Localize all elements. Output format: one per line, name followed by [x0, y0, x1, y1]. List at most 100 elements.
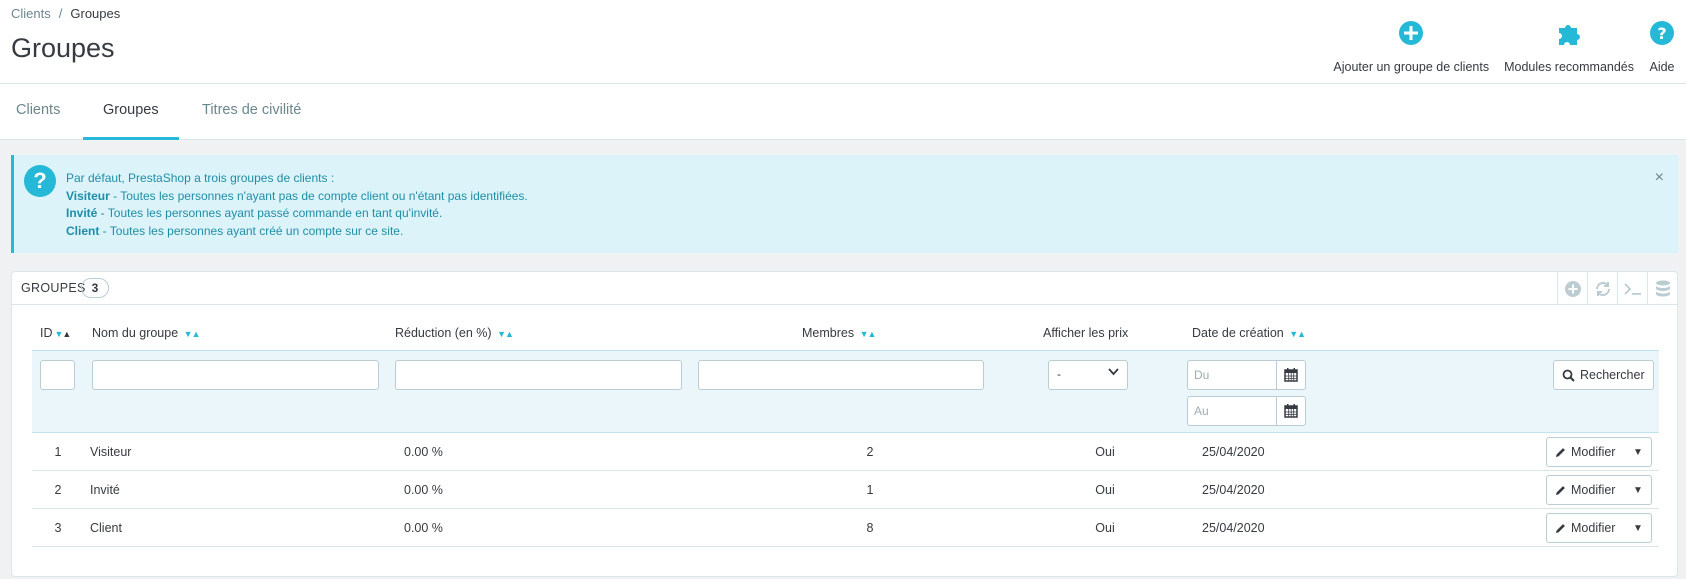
alert-text: Par défaut, PrestaShop a trois groupes d… — [66, 170, 528, 240]
caret-down-icon[interactable]: ▼ — [1625, 485, 1651, 496]
table-row[interactable]: 2 Invité 0.00 % 1 Oui 25/04/2020 Modifie… — [32, 471, 1659, 509]
sort-icons[interactable]: ▼▲ — [1289, 329, 1306, 339]
help-button[interactable]: ? Aide — [1649, 20, 1675, 74]
edit-main[interactable]: Modifier — [1547, 445, 1625, 459]
caret-down-icon[interactable]: ▼ — [1625, 523, 1651, 534]
alert-line-invite: Invité - Toutes les personnes ayant pass… — [66, 205, 528, 223]
add-new-icon[interactable] — [1557, 272, 1587, 305]
cell-name: Visiteur — [90, 445, 132, 459]
cell-members: 2 — [866, 445, 874, 459]
select-value: - — [1057, 367, 1061, 381]
alert-intro: Par défaut, PrestaShop a trois groupes d… — [66, 171, 335, 185]
alert-line-desc: - Toutes les personnes ayant passé comma… — [97, 206, 443, 220]
search-label: Rechercher — [1580, 368, 1645, 382]
info-alert: ? Par défaut, PrestaShop a trois groupes… — [11, 155, 1678, 253]
pencil-icon — [1556, 447, 1565, 457]
cell-members: 1 — [866, 483, 874, 497]
alert-line-desc: - Toutes les personnes n'ayant pas de co… — [109, 188, 528, 203]
cell-members: 8 — [866, 521, 874, 535]
add-group-label: Ajouter un groupe de clients — [1333, 60, 1490, 74]
date-to-group: Au — [1187, 396, 1307, 426]
breadcrumb-current: Groupes — [70, 6, 121, 21]
terminal-icon[interactable] — [1617, 272, 1647, 305]
table-row[interactable]: 1 Visiteur 0.00 % 2 Oui 25/04/2020 Modif… — [32, 433, 1659, 471]
pencil-icon — [1556, 485, 1565, 495]
tab-titres-civilite[interactable]: Titres de civilité — [182, 84, 321, 140]
cell-reduction: 0.00 % — [404, 521, 443, 535]
breadcrumb: Clients / Groupes — [11, 6, 120, 21]
refresh-icon[interactable] — [1587, 272, 1617, 305]
edit-button[interactable]: Modifier ▼ — [1546, 513, 1652, 543]
cell-created: 25/04/2020 — [1202, 521, 1265, 535]
cell-show-prices: Oui — [1095, 445, 1115, 459]
cell-show-prices: Oui — [1095, 521, 1115, 535]
search-icon — [1562, 369, 1575, 382]
filter-name-input[interactable] — [92, 360, 379, 390]
search-button[interactable]: Rechercher — [1553, 360, 1654, 390]
page-title: Groupes — [11, 33, 115, 63]
count-badge: 3 — [81, 278, 109, 298]
page-header: Clients / Groupes Groupes Ajouter un group… — [0, 0, 1686, 84]
caret-down-icon[interactable]: ▼ — [1625, 447, 1651, 458]
table-row[interactable]: 3 Client 0.00 % 8 Oui 25/04/2020 Modifie… — [32, 509, 1659, 547]
filter-show-prices-select[interactable]: - — [1048, 360, 1128, 390]
edit-button[interactable]: Modifier ▼ — [1546, 437, 1652, 467]
col-members-label: Membres — [802, 326, 855, 340]
sort-icons[interactable]: ▼▲ — [497, 329, 514, 339]
alert-line-title: Invité — [66, 206, 98, 220]
database-icon[interactable] — [1647, 272, 1677, 305]
recommended-modules-label: Modules recommandés — [1504, 60, 1634, 74]
cell-show-prices: Oui — [1095, 483, 1115, 497]
panel-actions — [1557, 272, 1677, 305]
edit-main[interactable]: Modifier — [1547, 483, 1625, 497]
close-icon[interactable]: × — [1655, 169, 1664, 187]
panel-header: GROUPES 3 — [12, 272, 1677, 305]
edit-main[interactable]: Modifier — [1547, 521, 1625, 535]
question-icon: ? — [24, 165, 56, 197]
cell-id: 3 — [54, 521, 62, 535]
cell-id: 2 — [54, 483, 62, 497]
cell-created: 25/04/2020 — [1202, 483, 1265, 497]
col-name: Nom du groupe ▼▲ — [92, 326, 201, 340]
sort-icons[interactable]: ▼▲ — [184, 329, 201, 339]
filter-id-input[interactable] — [40, 360, 75, 390]
page-toolbar: Ajouter un groupe de clients Modules rec… — [1318, 20, 1675, 74]
add-group-button[interactable]: Ajouter un groupe de clients — [1333, 20, 1489, 74]
help-label: Aide — [1649, 60, 1675, 74]
pencil-icon — [1556, 523, 1565, 533]
sort-icons[interactable]: ▼▲ — [55, 329, 72, 339]
filter-members-input[interactable] — [698, 360, 984, 390]
filter-reduction-input[interactable] — [395, 360, 682, 390]
cell-name: Client — [90, 521, 122, 535]
filter-row: - Du Au Rechercher — [32, 350, 1659, 433]
alert-line-desc: - Toutes les personnes ayant créé un com… — [99, 223, 404, 238]
tab-clients[interactable]: Clients — [0, 84, 80, 140]
col-created: Date de création ▼▲ — [1192, 326, 1306, 340]
col-reduction-label: Réduction (en %) — [395, 326, 492, 340]
panel-title: GROUPES — [21, 281, 86, 295]
groups-panel: GROUPES 3 ID ▼▲ Nom du groupe ▼▲ Réductio… — [11, 271, 1678, 577]
help-icon: ? — [1649, 20, 1675, 46]
cell-reduction: 0.00 % — [404, 483, 443, 497]
svg-text:?: ? — [1657, 24, 1666, 43]
calendar-icon[interactable] — [1276, 396, 1306, 426]
cell-id: 1 — [54, 445, 62, 459]
plus-circle-icon — [1398, 20, 1424, 46]
col-id-label: ID — [40, 326, 53, 340]
recommended-modules-button[interactable]: Modules recommandés — [1504, 20, 1634, 74]
breadcrumb-clients-link[interactable]: Clients — [11, 6, 51, 21]
chevron-down-icon — [1108, 368, 1119, 379]
table-header-row: ID ▼▲ Nom du groupe ▼▲ Réduction (en %) ▼… — [32, 312, 1659, 350]
edit-button[interactable]: Modifier ▼ — [1546, 475, 1652, 505]
calendar-icon[interactable] — [1276, 360, 1306, 390]
col-name-label: Nom du groupe — [92, 326, 179, 340]
date-from-input[interactable]: Du — [1187, 360, 1277, 390]
edit-label: Modifier — [1571, 483, 1616, 497]
date-to-input[interactable]: Au — [1187, 396, 1277, 426]
col-members: Membres ▼▲ — [802, 326, 877, 340]
col-created-label: Date de création — [1192, 326, 1284, 340]
edit-label: Modifier — [1571, 521, 1616, 535]
col-reduction: Réduction (en %) ▼▲ — [395, 326, 514, 340]
sort-icons[interactable]: ▼▲ — [860, 329, 877, 339]
tab-groupes[interactable]: Groupes — [83, 84, 179, 140]
